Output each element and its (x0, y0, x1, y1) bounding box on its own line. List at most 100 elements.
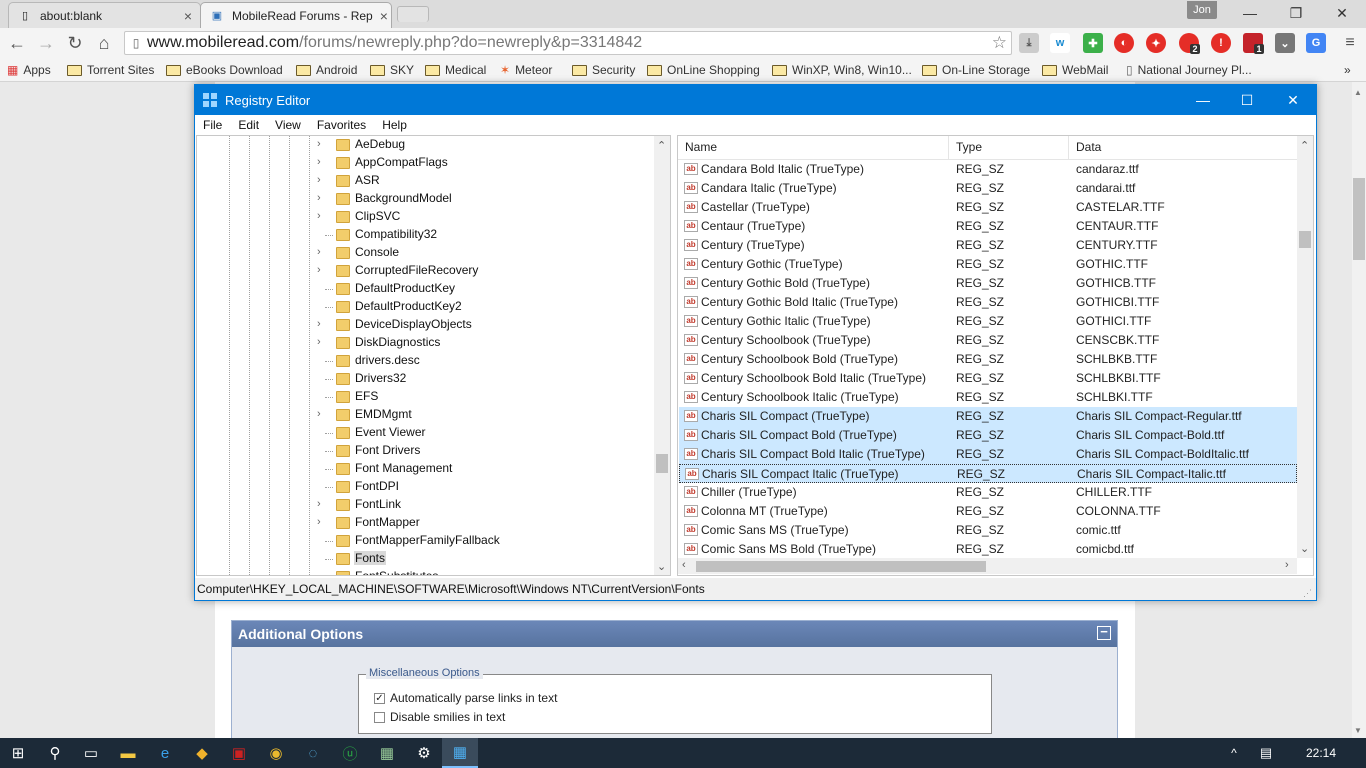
app-icon[interactable]: ▣ (221, 738, 257, 768)
column-divider[interactable] (1068, 136, 1069, 160)
value-row[interactable]: ab Century Schoolbook Italic (TrueType) RE… (679, 388, 1297, 407)
bookmark-apps[interactable]: ▦ Apps (7, 61, 51, 79)
maximize-icon[interactable]: ☐ (1224, 85, 1270, 115)
bookmark-folder[interactable]: OnLine Shopping (647, 61, 760, 79)
menu-file[interactable]: File (195, 118, 230, 132)
value-row[interactable]: ab Charis SIL Compact Italic (TrueType) RE… (679, 464, 1297, 483)
menu-edit[interactable]: Edit (230, 118, 267, 132)
registry-editor-titlebar[interactable]: Registry Editor — ☐ ✕ (195, 85, 1316, 115)
tree-item[interactable]: › FontLink (197, 496, 667, 514)
column-name[interactable]: Name (685, 140, 717, 154)
values-vscrollbar[interactable] (1297, 136, 1313, 558)
extension-pocket-icon[interactable]: ⌄ (1275, 33, 1295, 53)
value-row[interactable]: ab Comic Sans MS (TrueType) REG_SZ comic.tt… (679, 521, 1297, 540)
chrome-icon[interactable]: ◉ (258, 738, 294, 768)
file-explorer-icon[interactable]: ▬ (110, 738, 146, 768)
value-row[interactable]: ab Charis SIL Compact (TrueType) REG_SZ Cha… (679, 407, 1297, 426)
registry-tree-pane[interactable]: › AeDebug › AppCompatFlags › ASR › BackgroundMo… (196, 135, 671, 576)
tree-item[interactable]: › Console (197, 244, 667, 262)
app-icon[interactable]: ◌ (295, 738, 331, 768)
scroll-left-icon[interactable]: ‹ (682, 559, 686, 571)
value-row[interactable]: ab Century Schoolbook Bold Italic (TrueTy… (679, 369, 1297, 388)
start-windows-icon[interactable]: ⊞ (0, 738, 36, 768)
tree-item[interactable]: FontDPI (197, 478, 667, 496)
bookmark-meteor[interactable]: ✶ Meteor (500, 61, 552, 79)
bookmark-folder[interactable]: WebMail (1042, 61, 1108, 79)
minimize-icon[interactable]: — (1180, 85, 1226, 115)
tree-scrollbar-thumb[interactable] (656, 454, 668, 473)
app-icon[interactable]: ◆ (184, 738, 220, 768)
extension-w-icon[interactable]: w (1050, 33, 1070, 53)
chevron-right-icon[interactable]: › (317, 246, 321, 258)
tree-item[interactable]: DefaultProductKey (197, 280, 667, 298)
address-bar[interactable]: ▯ www.mobileread.com/forums/newreply.php… (124, 31, 1012, 55)
tree-item[interactable]: drivers.desc (197, 352, 667, 370)
user-badge[interactable]: Jon (1187, 1, 1217, 19)
value-row[interactable]: ab Candara Italic (TrueType) REG_SZ candara… (679, 179, 1297, 198)
tree-item[interactable]: Font Management (197, 460, 667, 478)
home-icon[interactable]: ⌂ (92, 31, 116, 55)
scroll-down-icon[interactable]: ⌄ (657, 560, 666, 573)
page-scrollbar-thumb[interactable] (1353, 178, 1365, 260)
menu-view[interactable]: View (267, 118, 309, 132)
notification-icon[interactable]: ▤ (1248, 738, 1284, 768)
tree-item[interactable]: › EMDMgmt (197, 406, 667, 424)
tree-item[interactable]: Drivers32 (197, 370, 667, 388)
chevron-right-icon[interactable]: › (317, 516, 321, 528)
bookmark-page[interactable]: ▯ National Journey Pl... (1126, 61, 1252, 79)
scroll-up-icon[interactable]: ⌃ (1300, 139, 1309, 152)
chevron-right-icon[interactable]: › (317, 192, 321, 204)
task-view-icon[interactable]: ▭ (73, 738, 109, 768)
bookmark-folder[interactable]: Security (572, 61, 635, 79)
value-row[interactable]: ab Candara Bold Italic (TrueType) REG_SZ ca… (679, 160, 1297, 179)
scroll-down-icon[interactable]: ▼ (1354, 726, 1362, 735)
settings-gear-icon[interactable]: ⚙ (406, 738, 442, 768)
value-row[interactable]: ab Comic Sans MS Bold (TrueType) REG_SZ com… (679, 540, 1297, 559)
value-row[interactable]: ab Century Gothic Bold (TrueType) REG_SZ GO… (679, 274, 1297, 293)
column-data[interactable]: Data (1076, 140, 1101, 154)
chevron-right-icon[interactable]: › (317, 156, 321, 168)
collapse-icon[interactable]: − (1097, 625, 1111, 640)
chevron-right-icon[interactable]: › (317, 336, 321, 348)
bookmark-folder[interactable]: Android (296, 61, 357, 79)
menu-help[interactable]: Help (374, 118, 415, 132)
extension-green-icon[interactable]: ✚ (1083, 33, 1103, 53)
chevron-up-icon[interactable]: ^ (1216, 738, 1252, 768)
scroll-up-icon[interactable]: ▲ (1354, 88, 1362, 97)
tree-item[interactable]: › ASR (197, 172, 667, 190)
extension-lastpass-icon[interactable]: ✦ (1146, 33, 1166, 53)
extension-red-icon[interactable]: ◐ (1114, 33, 1134, 53)
tree-item[interactable]: Compatibility32 (197, 226, 667, 244)
value-row[interactable]: ab Century Schoolbook Bold (TrueType) REG_… (679, 350, 1297, 369)
bookmark-folder[interactable]: On-Line Storage (922, 61, 1030, 79)
value-row[interactable]: ab Castellar (TrueType) REG_SZ CASTELAR.TTF (679, 198, 1297, 217)
bookmark-folder[interactable]: SKY (370, 61, 414, 79)
value-row[interactable]: ab Chiller (TrueType) REG_SZ CHILLER.TTF (679, 483, 1297, 502)
chevron-right-icon[interactable]: › (317, 138, 321, 150)
regedit-taskbar-icon[interactable]: ▦ (442, 738, 478, 768)
tree-item[interactable]: › FontMapper (197, 514, 667, 532)
scroll-up-icon[interactable]: ⌃ (657, 139, 666, 152)
values-hscrollbar-thumb[interactable] (696, 561, 986, 572)
close-icon[interactable]: ✕ (1270, 85, 1316, 115)
translate-icon[interactable]: G (1306, 33, 1326, 53)
value-row[interactable]: ab Charis SIL Compact Bold (TrueType) REG_… (679, 426, 1297, 445)
value-row[interactable]: ab Century (TrueType) REG_SZ CENTURY.TTF (679, 236, 1297, 255)
tree-item[interactable]: › DeviceDisplayObjects (197, 316, 667, 334)
close-icon[interactable]: × (184, 8, 192, 24)
tree-item[interactable]: FontMapperFamilyFallback (197, 532, 667, 550)
tab-mobileread[interactable]: ▣ MobileRead Forums - Rep × (200, 2, 392, 28)
tree-scrollbar[interactable] (654, 136, 670, 575)
tree-item[interactable]: DefaultProductKey2 (197, 298, 667, 316)
extension-badge-icon[interactable]: 2 (1179, 33, 1200, 54)
menu-icon[interactable]: ≡ (1338, 31, 1362, 55)
value-row[interactable]: ab Century Schoolbook (TrueType) REG_SZ CEN… (679, 331, 1297, 350)
parse-links-checkbox[interactable]: ✓ (374, 692, 385, 704)
column-divider[interactable] (948, 136, 949, 160)
download-icon[interactable]: ⤓ (1019, 33, 1039, 53)
tree-item[interactable]: Event Viewer (197, 424, 667, 442)
parse-links-option[interactable]: ✓ Automatically parse links in text (374, 691, 557, 705)
value-row[interactable]: ab Century Gothic Italic (TrueType) REG_SZ… (679, 312, 1297, 331)
reload-icon[interactable]: ↻ (63, 31, 87, 55)
close-icon[interactable]: × (380, 8, 388, 24)
